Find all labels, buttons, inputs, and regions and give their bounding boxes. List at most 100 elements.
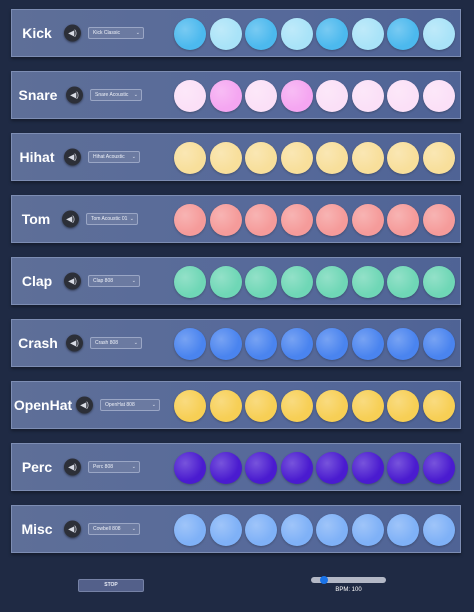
step-pad[interactable] <box>174 514 206 546</box>
speaker-icon: ◀) <box>68 152 77 161</box>
step-pad[interactable] <box>245 452 277 484</box>
step-pad[interactable] <box>209 18 242 50</box>
step-pad[interactable] <box>174 204 206 236</box>
step-pad[interactable] <box>280 390 313 422</box>
step-pad[interactable] <box>351 18 384 50</box>
sample-select[interactable]: Snare Acoustic ⌄ <box>90 89 142 101</box>
sample-select-value: OpenHat 808 <box>105 402 135 408</box>
step-pad[interactable] <box>174 266 206 298</box>
step-pad[interactable] <box>316 390 348 422</box>
sample-select[interactable]: Clap 808 ⌄ <box>88 275 140 287</box>
step-pad[interactable] <box>422 452 455 484</box>
step-pad[interactable] <box>422 514 455 546</box>
step-pad[interactable] <box>280 452 313 484</box>
step-pad[interactable] <box>387 390 419 422</box>
step-pad[interactable] <box>245 142 277 174</box>
sample-select[interactable]: Hihat Acoustic ⌄ <box>88 151 140 163</box>
step-pad[interactable] <box>351 80 384 112</box>
step-pad[interactable] <box>280 142 313 174</box>
mute-button[interactable]: ◀) <box>64 520 81 538</box>
mute-button[interactable]: ◀) <box>66 334 83 352</box>
step-pad[interactable] <box>245 266 277 298</box>
step-pad[interactable] <box>387 266 419 298</box>
step-pad[interactable] <box>245 80 277 112</box>
step-pad[interactable] <box>174 18 206 50</box>
sample-select[interactable]: Perc 808 ⌄ <box>88 461 140 473</box>
step-pad[interactable] <box>316 142 348 174</box>
step-pad[interactable] <box>316 204 348 236</box>
step-pad[interactable] <box>387 514 419 546</box>
step-pad[interactable] <box>280 514 313 546</box>
mute-button[interactable]: ◀) <box>76 396 93 414</box>
step-pad[interactable] <box>209 452 242 484</box>
step-pad[interactable] <box>280 80 313 112</box>
sample-select[interactable]: Kick Classic ⌄ <box>88 27 144 39</box>
step-pad[interactable] <box>316 266 348 298</box>
track-row-kick: Kick ◀) Kick Classic ⌄ <box>11 9 461 57</box>
step-pad[interactable] <box>245 18 277 50</box>
step-pad[interactable] <box>422 328 455 360</box>
step-pad[interactable] <box>245 514 277 546</box>
step-pad[interactable] <box>245 328 277 360</box>
step-pad[interactable] <box>280 18 313 50</box>
sample-select[interactable]: Tom Acoustic 01 ⌄ <box>86 213 138 225</box>
step-pad[interactable] <box>209 142 242 174</box>
step-pad[interactable] <box>174 142 206 174</box>
step-pad[interactable] <box>422 266 455 298</box>
mute-button[interactable]: ◀) <box>64 148 81 166</box>
chevron-down-icon: ⌄ <box>135 30 140 36</box>
step-pad[interactable] <box>422 80 455 112</box>
step-pad[interactable] <box>209 514 242 546</box>
step-pad[interactable] <box>387 328 419 360</box>
step-pad[interactable] <box>209 266 242 298</box>
step-pad[interactable] <box>316 80 348 112</box>
step-pad[interactable] <box>174 80 206 112</box>
step-pad[interactable] <box>387 452 419 484</box>
sample-select[interactable]: Crash 808 ⌄ <box>90 337 142 349</box>
sample-select-value: Tom Acoustic 01 <box>91 216 128 222</box>
sample-select-value: Perc 808 <box>93 464 114 470</box>
step-pad[interactable] <box>209 328 242 360</box>
mute-button[interactable]: ◀) <box>64 272 81 290</box>
step-pad[interactable] <box>422 204 455 236</box>
step-pad[interactable] <box>174 452 206 484</box>
step-pad[interactable] <box>280 328 313 360</box>
step-pad[interactable] <box>316 452 348 484</box>
step-pad[interactable] <box>351 390 384 422</box>
chevron-down-icon: ⌄ <box>133 340 138 346</box>
step-pad[interactable] <box>422 390 455 422</box>
step-pad[interactable] <box>351 514 384 546</box>
mute-button[interactable]: ◀) <box>64 458 81 476</box>
step-pad[interactable] <box>316 514 348 546</box>
stop-button[interactable]: STOP <box>78 579 144 592</box>
step-pad[interactable] <box>280 266 313 298</box>
step-pad[interactable] <box>209 204 242 236</box>
step-pad[interactable] <box>422 18 455 50</box>
step-pad[interactable] <box>351 328 384 360</box>
step-pad[interactable] <box>351 266 384 298</box>
sample-select[interactable]: OpenHat 808 ⌄ <box>100 399 160 411</box>
sample-select[interactable]: Cowbell 808 ⌄ <box>88 523 140 535</box>
step-pad[interactable] <box>209 390 242 422</box>
step-pad[interactable] <box>387 142 419 174</box>
step-pad[interactable] <box>351 452 384 484</box>
step-pad[interactable] <box>174 328 206 360</box>
step-pad[interactable] <box>174 390 206 422</box>
bpm-slider-thumb[interactable] <box>320 576 328 584</box>
step-pad[interactable] <box>209 80 242 112</box>
mute-button[interactable]: ◀) <box>66 86 83 104</box>
mute-button[interactable]: ◀) <box>64 24 81 42</box>
step-pad[interactable] <box>351 142 384 174</box>
mute-button[interactable]: ◀) <box>62 210 79 228</box>
step-pad[interactable] <box>316 18 348 50</box>
step-pad[interactable] <box>387 204 419 236</box>
step-pad[interactable] <box>245 204 277 236</box>
step-pad[interactable] <box>280 204 313 236</box>
step-pad[interactable] <box>422 142 455 174</box>
step-pad[interactable] <box>351 204 384 236</box>
step-pad[interactable] <box>387 18 419 50</box>
speaker-icon: ◀) <box>68 524 77 533</box>
step-pad[interactable] <box>316 328 348 360</box>
step-pad[interactable] <box>245 390 277 422</box>
step-pad[interactable] <box>387 80 419 112</box>
